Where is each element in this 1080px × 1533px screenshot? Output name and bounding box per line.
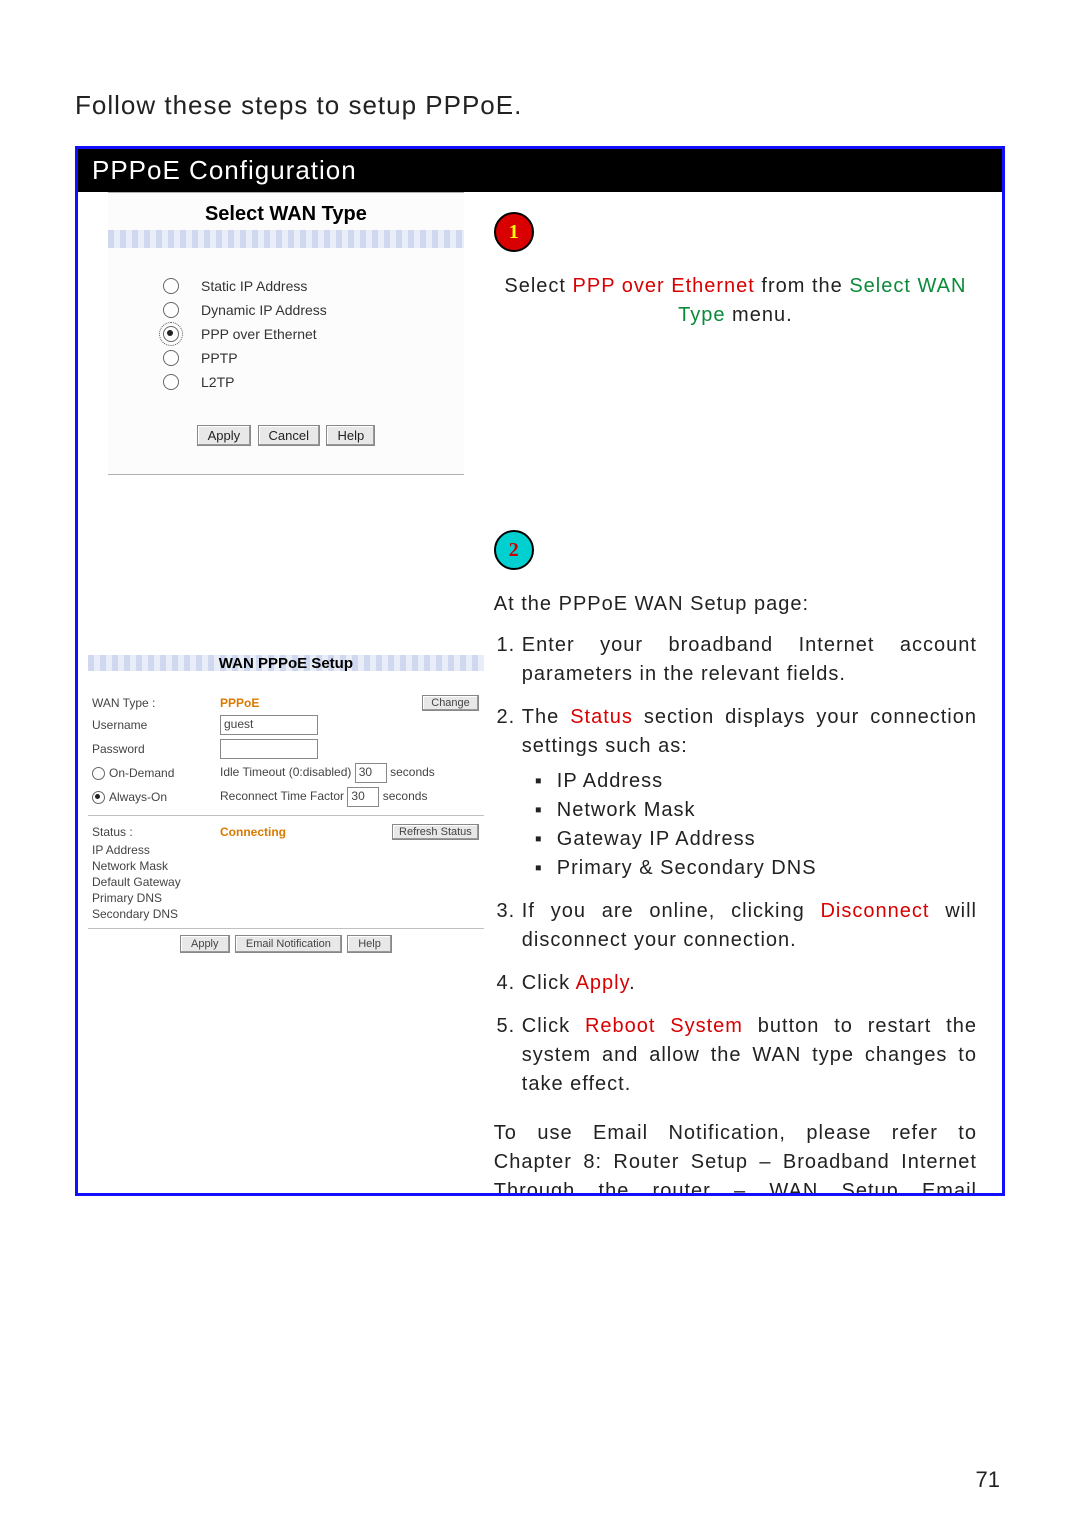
wan-type-option[interactable]: L2TP xyxy=(163,374,464,390)
step-2-item-3: If you are online, clicking Disconnect w… xyxy=(522,897,977,955)
apply-button[interactable]: Apply xyxy=(197,425,252,446)
wan-type-option-label: L2TP xyxy=(201,374,234,390)
email-notification-button[interactable]: Email Notification xyxy=(235,935,342,953)
status-row-label: Primary DNS xyxy=(88,890,484,906)
select-wan-type-card: Select WAN Type Static IP Address Dynamic… xyxy=(108,192,464,475)
wan-type-option[interactable]: PPP over Ethernet xyxy=(163,326,464,342)
wan-type-option[interactable]: PPTP xyxy=(163,350,464,366)
intro-text: Follow these steps to setup PPPoE. xyxy=(75,90,1005,121)
seconds-label-1: seconds xyxy=(390,765,435,779)
status-row-label: Secondary DNS xyxy=(88,906,484,922)
idle-timeout-input[interactable]: 30 xyxy=(355,763,387,783)
status-row-label: Network Mask xyxy=(88,858,484,874)
step-2-item-1: Enter your broadband Internet account pa… xyxy=(522,631,977,689)
status-sub-item: Primary & Secondary DNS xyxy=(557,854,977,883)
username-input[interactable]: guest xyxy=(220,715,318,735)
step-1-text: Select PPP over Ethernet from the Select… xyxy=(494,272,977,330)
radio-icon[interactable] xyxy=(163,350,179,366)
select-wan-type-heading: Select WAN Type xyxy=(108,203,464,226)
status-sub-item: Gateway IP Address xyxy=(557,825,977,854)
status-row-label: Default Gateway xyxy=(88,874,484,890)
cancel-button[interactable]: Cancel xyxy=(258,425,320,446)
radio-icon[interactable] xyxy=(163,326,179,342)
always-on-label: Always-On xyxy=(109,790,167,804)
on-demand-label: On-Demand xyxy=(109,766,174,780)
username-label: Username xyxy=(88,713,216,737)
status-sub-item: IP Address xyxy=(557,767,977,796)
password-label: Password xyxy=(88,737,216,761)
wan-pppoe-setup-heading: WAN PPPoE Setup xyxy=(88,655,484,672)
status-label: Status : xyxy=(88,822,216,842)
refresh-status-button[interactable]: Refresh Status xyxy=(392,824,479,840)
radio-icon[interactable] xyxy=(163,278,179,294)
change-button[interactable]: Change xyxy=(422,695,479,711)
status-sub-item: Network Mask xyxy=(557,796,977,825)
step-2-item-4: Click Apply. xyxy=(522,969,977,998)
wan-type-option-label: PPTP xyxy=(201,350,238,366)
status-value: Connecting xyxy=(220,825,286,839)
step-2-item-5: Click Reboot System button to restart th… xyxy=(522,1012,977,1099)
wan-type-option[interactable]: Dynamic IP Address xyxy=(163,302,464,318)
help-button-2[interactable]: Help xyxy=(347,935,392,953)
email-notification-note: To use Email Notification, please refer … xyxy=(494,1119,977,1196)
step-2-item-2: The Status section displays your connect… xyxy=(522,703,977,883)
step-1-badge: 1 xyxy=(494,212,534,252)
reconnect-input[interactable]: 30 xyxy=(347,787,379,807)
reconnect-label: Reconnect Time Factor xyxy=(220,789,344,803)
radio-icon[interactable] xyxy=(163,302,179,318)
wan-type-label: WAN Type : xyxy=(88,693,216,713)
page-number: 71 xyxy=(976,1467,1000,1493)
wan-type-option-label: Dynamic IP Address xyxy=(201,302,327,318)
wan-type-value: PPPoE xyxy=(220,696,259,710)
idle-timeout-label: Idle Timeout (0:disabled) xyxy=(220,765,351,779)
status-row-label: IP Address xyxy=(88,842,484,858)
apply-button-2[interactable]: Apply xyxy=(180,935,230,953)
step-2-badge: 2 xyxy=(494,530,534,570)
config-panel: PPPoE Configuration Select WAN Type Stat… xyxy=(75,146,1005,1196)
decorative-border xyxy=(108,230,464,248)
wan-type-option[interactable]: Static IP Address xyxy=(163,278,464,294)
wan-type-option-label: PPP over Ethernet xyxy=(201,326,317,342)
on-demand-radio[interactable] xyxy=(92,767,105,780)
help-button[interactable]: Help xyxy=(326,425,375,446)
wan-pppoe-setup-card: WAN PPPoE Setup WAN Type : PPPoE Change … xyxy=(88,655,484,953)
panel-title: PPPoE Configuration xyxy=(78,149,1002,192)
wan-type-option-label: Static IP Address xyxy=(201,278,307,294)
seconds-label-2: seconds xyxy=(383,789,428,803)
password-input[interactable] xyxy=(220,739,318,759)
radio-icon[interactable] xyxy=(163,374,179,390)
step-2-lead: At the PPPoE WAN Setup page: xyxy=(494,590,977,619)
always-on-radio[interactable] xyxy=(92,791,105,804)
